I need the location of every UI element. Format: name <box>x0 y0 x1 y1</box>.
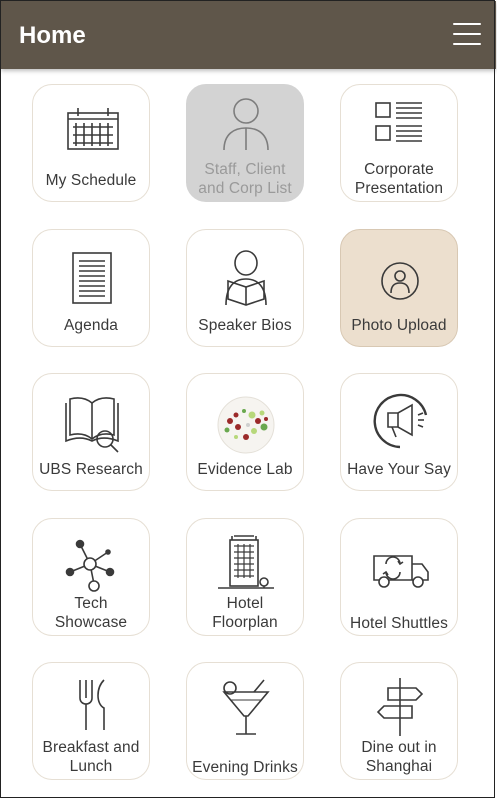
cocktail-icon <box>222 679 270 735</box>
page-title: Home <box>19 22 86 49</box>
building-icon <box>218 535 274 589</box>
book-search-icon <box>65 397 119 453</box>
checklist-icon <box>375 102 422 142</box>
tile-label: Evening Drinks <box>192 759 298 776</box>
tile-corporate-presentation[interactable]: Corporate Presentation <box>340 84 458 202</box>
tile-label: Evidence Lab <box>197 461 293 478</box>
calendar-icon <box>67 108 119 150</box>
tile-label: Staff, Client and Corp List <box>198 161 292 197</box>
tile-evening-drinks[interactable]: Evening Drinks <box>186 662 304 780</box>
tile-agenda[interactable]: Agenda <box>32 229 150 347</box>
tile-label: Dine out in Shanghai <box>361 739 437 775</box>
network-icon <box>65 539 115 592</box>
dots-globe-icon <box>217 396 275 454</box>
tile-photo-upload[interactable]: Photo Upload <box>340 229 458 347</box>
tile-label: Corporate Presentation <box>354 161 444 197</box>
person-icon <box>223 98 269 151</box>
tile-speaker-bios[interactable]: Speaker Bios <box>186 229 304 347</box>
tile-evidence-lab[interactable]: Evidence Lab <box>186 373 304 491</box>
document-icon <box>72 252 112 304</box>
tile-tech-showcase[interactable]: Tech Showcase <box>32 518 150 636</box>
tile-label: My Schedule <box>45 172 137 189</box>
camera-person-icon <box>381 262 419 300</box>
tile-label: Tech Showcase <box>54 595 128 631</box>
app-header: Home <box>1 1 496 69</box>
tile-label: Speaker Bios <box>198 317 292 334</box>
tile-my-schedule[interactable]: My Schedule <box>32 84 150 202</box>
tile-label: Breakfast and Lunch <box>42 739 140 775</box>
tile-hotel-floorplan[interactable]: Hotel Floorplan <box>186 518 304 636</box>
tile-breakfast-and-lunch[interactable]: Breakfast and Lunch <box>32 662 150 780</box>
fork-knife-icon <box>79 679 105 730</box>
megaphone-icon <box>373 393 428 449</box>
tile-ubs-research[interactable]: UBS Research <box>32 373 150 491</box>
tile-label: Have Your Say <box>347 461 451 478</box>
tile-label: UBS Research <box>39 461 143 478</box>
signpost-icon <box>376 678 424 736</box>
tile-label: Hotel Shuttles <box>350 615 448 632</box>
tile-label: Photo Upload <box>351 317 447 334</box>
hamburger-menu-icon[interactable] <box>453 23 481 49</box>
van-icon <box>373 555 429 588</box>
tile-staff-client-corp-list[interactable]: Staff, Client and Corp List <box>186 84 304 202</box>
tile-dine-out-in-shanghai[interactable]: Dine out in Shanghai <box>340 662 458 780</box>
tile-label: Hotel Floorplan <box>212 595 278 631</box>
reading-person-icon <box>225 250 267 306</box>
tile-have-your-say[interactable]: Have Your Say <box>340 373 458 491</box>
tile-hotel-shuttles[interactable]: Hotel Shuttles <box>340 518 458 636</box>
tile-label: Agenda <box>63 317 119 334</box>
